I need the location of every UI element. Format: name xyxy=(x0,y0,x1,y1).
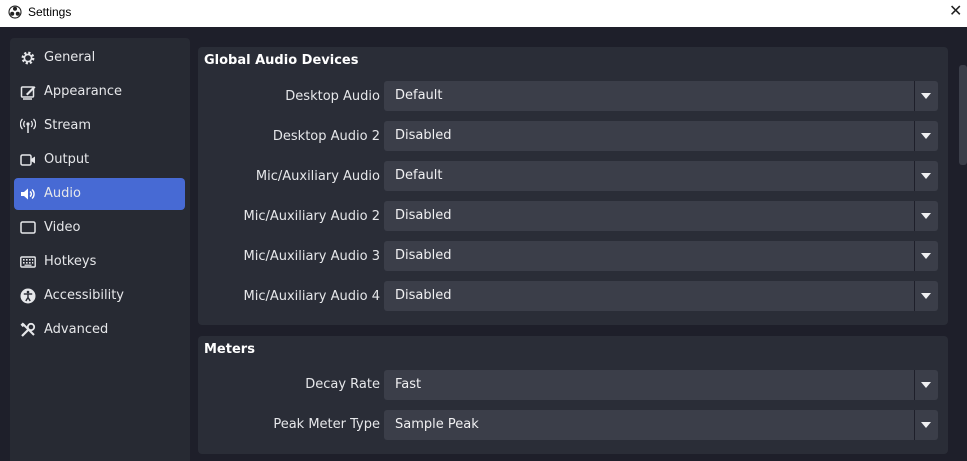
scrollbar-thumb[interactable] xyxy=(959,65,967,165)
mic-auxiliary-audio-4-select[interactable]: Disabled xyxy=(384,281,938,311)
sidebar-item-video[interactable]: Video xyxy=(14,212,185,244)
settings-content: General Appearance Stream Output Audio V… xyxy=(0,27,967,461)
audio-settings-panel: Global Audio Devices Desktop Audio Defau… xyxy=(190,27,957,461)
select-separator xyxy=(914,410,915,440)
select-separator xyxy=(914,161,915,191)
select-value: Disabled xyxy=(395,128,452,143)
chevron-down-icon xyxy=(921,213,931,219)
sidebar-item-audio[interactable]: Audio xyxy=(14,178,185,210)
sidebar-item-accessibility[interactable]: Accessibility xyxy=(14,280,185,312)
select-separator xyxy=(914,241,915,271)
select-separator xyxy=(914,121,915,151)
window-title: Settings xyxy=(28,5,72,19)
speaker-icon xyxy=(21,188,35,200)
settings-sidebar: General Appearance Stream Output Audio V… xyxy=(10,38,190,461)
sidebar-item-label: Hotkeys xyxy=(44,254,97,269)
setting-label: Mic/Auxiliary Audio 3 xyxy=(243,249,380,264)
sidebar-item-label: Audio xyxy=(44,186,81,201)
select-value: Disabled xyxy=(395,208,452,223)
chevron-down-icon xyxy=(921,422,931,428)
meters-group: Meters Decay Rate Fast Peak Meter Type S… xyxy=(198,336,948,454)
select-separator xyxy=(914,201,915,231)
video-camera-icon xyxy=(20,154,35,166)
peak-meter-type-select[interactable]: Sample Peak xyxy=(384,410,938,440)
group-title: Meters xyxy=(204,342,255,357)
global-audio-devices-group: Global Audio Devices Desktop Audio Defau… xyxy=(198,47,948,325)
mic-auxiliary-audio-select[interactable]: Default xyxy=(384,161,938,191)
setting-label: Desktop Audio 2 xyxy=(272,129,380,144)
desktop-audio-2-select[interactable]: Disabled xyxy=(384,121,938,151)
sidebar-item-advanced[interactable]: Advanced xyxy=(14,314,185,346)
tools-icon xyxy=(20,322,36,337)
sidebar-item-label: Video xyxy=(44,220,81,235)
select-value: Default xyxy=(395,168,443,183)
setting-label: Decay Rate xyxy=(305,377,380,392)
sidebar-item-label: General xyxy=(44,50,96,65)
decay-rate-select[interactable]: Fast xyxy=(384,370,938,400)
sidebar-item-general[interactable]: General xyxy=(14,42,185,74)
sidebar-item-stream[interactable]: Stream xyxy=(14,110,185,142)
select-separator xyxy=(914,370,915,400)
setting-label: Mic/Auxiliary Audio 4 xyxy=(243,289,380,304)
chevron-down-icon xyxy=(921,382,931,388)
mic-auxiliary-audio-3-select[interactable]: Disabled xyxy=(384,241,938,271)
sidebar-item-label: Accessibility xyxy=(44,288,124,303)
chevron-down-icon xyxy=(921,93,931,99)
title-bar: Settings ✕ xyxy=(0,0,967,27)
sidebar-item-output[interactable]: Output xyxy=(14,144,185,176)
vertical-scrollbar[interactable] xyxy=(957,27,967,461)
close-icon[interactable]: ✕ xyxy=(949,0,967,22)
sidebar-item-label: Advanced xyxy=(44,322,109,337)
select-value: Sample Peak xyxy=(395,417,479,432)
sidebar-item-label: Output xyxy=(44,152,90,167)
antenna-icon xyxy=(20,118,36,133)
setting-label: Peak Meter Type xyxy=(273,417,380,432)
sidebar-item-label: Stream xyxy=(44,118,92,133)
chevron-down-icon xyxy=(921,293,931,299)
select-value: Default xyxy=(395,88,443,103)
monitor-icon xyxy=(20,221,36,234)
select-separator xyxy=(914,281,915,311)
select-separator xyxy=(914,81,915,111)
sidebar-item-hotkeys[interactable]: Hotkeys xyxy=(14,246,185,278)
chevron-down-icon xyxy=(921,173,931,179)
sidebar-item-appearance[interactable]: Appearance xyxy=(14,76,185,108)
select-value: Disabled xyxy=(395,248,452,263)
desktop-audio-select[interactable]: Default xyxy=(384,81,938,111)
mic-auxiliary-audio-2-select[interactable]: Disabled xyxy=(384,201,938,231)
select-value: Fast xyxy=(395,377,422,392)
appearance-icon xyxy=(20,86,36,100)
chevron-down-icon xyxy=(921,133,931,139)
chevron-down-icon xyxy=(921,253,931,259)
group-title: Global Audio Devices xyxy=(204,53,359,68)
setting-label: Mic/Auxiliary Audio 2 xyxy=(243,209,380,224)
setting-label: Desktop Audio xyxy=(285,89,380,104)
select-value: Disabled xyxy=(395,288,452,303)
setting-label: Mic/Auxiliary Audio xyxy=(255,169,380,184)
sidebar-item-label: Appearance xyxy=(44,84,123,99)
obs-logo-icon xyxy=(8,5,22,19)
keyboard-icon xyxy=(20,256,36,268)
gear-icon xyxy=(21,51,35,65)
accessibility-icon xyxy=(20,288,36,304)
